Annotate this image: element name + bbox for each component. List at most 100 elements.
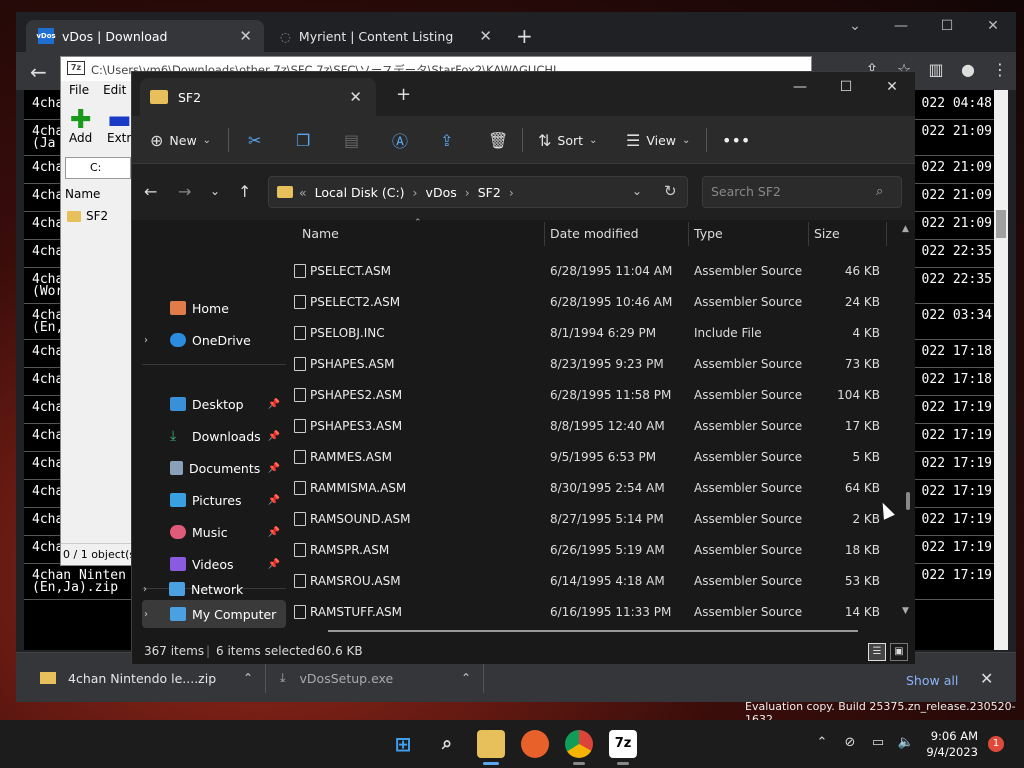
tiles-view-icon[interactable]: ▣ xyxy=(890,643,908,661)
recent-chevron-icon[interactable]: ⌄ xyxy=(210,184,220,198)
back-arrow-icon[interactable]: ← xyxy=(30,60,47,84)
maximize-button[interactable]: ☐ xyxy=(823,72,869,102)
back-arrow-icon[interactable]: ← xyxy=(144,182,157,201)
nav-onedrive[interactable]: › OneDrive xyxy=(142,326,286,354)
copy-button[interactable]: ❐ xyxy=(296,128,316,152)
pin-icon[interactable]: 📌 xyxy=(268,463,280,474)
browser-tab-vdos[interactable]: vDos vDos | Download ✕ xyxy=(26,20,264,52)
more-options-button[interactable]: ••• xyxy=(722,128,750,152)
chevron-right-icon[interactable]: › xyxy=(144,609,158,620)
show-all-button[interactable]: Show all xyxy=(906,673,958,688)
menu-edit[interactable]: Edit xyxy=(103,83,126,97)
file-row[interactable]: RAMSROU.ASM 6/14/1995 4:18 AM Assembler So… xyxy=(288,566,888,597)
chevron-right-icon[interactable]: › xyxy=(144,335,158,346)
nav-mycomputer[interactable]: › My Computer xyxy=(142,600,286,628)
new-button[interactable]: ⊕ New ⌄ xyxy=(150,128,211,152)
up-arrow-icon[interactable]: ↑ xyxy=(238,182,251,201)
file-row[interactable]: RAMSPR.ASM 6/26/1995 5:19 AM Assembler Sou… xyxy=(288,535,888,566)
file-row[interactable]: PSHAPES.ASM 8/23/1995 9:23 PM Assembler So… xyxy=(288,349,888,380)
7zip-taskbar-icon[interactable]: 7z xyxy=(609,730,637,758)
paste-button[interactable]: ▤ xyxy=(344,128,365,152)
file-explorer-icon[interactable] xyxy=(477,730,505,758)
download-item-exe[interactable]: ⤓ vDosSetup.exe ⌃ xyxy=(274,663,484,693)
nav-downloads[interactable]: ⤓ Downloads 📌 xyxy=(142,422,286,450)
forward-arrow-icon[interactable]: → xyxy=(178,182,191,201)
7zip-add-button[interactable]: ✚ Add xyxy=(69,107,92,145)
address-dropdown-chevron-icon[interactable]: ⌄ xyxy=(632,184,642,198)
file-row[interactable]: RAMMES.ASM 9/5/1995 6:53 PM Assembler Sour… xyxy=(288,442,888,473)
minimize-button[interactable]: — xyxy=(777,72,823,102)
profile-icon[interactable]: ● xyxy=(952,60,984,79)
crumb-vdos[interactable]: vDos xyxy=(426,185,457,200)
vertical-scrollbar[interactable]: ▲ ▼ xyxy=(902,220,914,620)
file-row[interactable]: RAMMISMA.ASM 8/30/1995 2:54 AM Assembler S… xyxy=(288,473,888,504)
address-breadcrumb[interactable]: « Local Disk (C:) › vDos › SF2 › xyxy=(268,176,688,208)
nav-videos[interactable]: Videos 📌 xyxy=(142,550,286,578)
horizontal-scrollbar[interactable] xyxy=(328,630,858,632)
new-tab-button[interactable]: + xyxy=(516,24,533,48)
search-input[interactable]: Search SF2 xyxy=(702,176,902,208)
column-date[interactable]: Date modified xyxy=(550,226,639,241)
nav-pictures[interactable]: Pictures 📌 xyxy=(142,486,286,514)
new-tab-button[interactable]: + xyxy=(396,84,411,105)
chevron-right-icon[interactable]: › xyxy=(143,584,157,595)
details-view-icon[interactable]: ☰ xyxy=(868,643,886,661)
sidebar-icon[interactable]: ▥ xyxy=(920,60,952,79)
pin-icon[interactable]: 📌 xyxy=(268,431,280,442)
menu-kebab-icon[interactable]: ⋮ xyxy=(984,60,1016,79)
chevron-up-icon[interactable]: ⌃ xyxy=(243,671,253,685)
nav-desktop[interactable]: Desktop 📌 xyxy=(142,390,286,418)
share-button[interactable]: ⇪ xyxy=(440,128,459,152)
rename-button[interactable]: Ⓐ xyxy=(392,128,414,152)
tab-search-icon[interactable]: ⌄ xyxy=(832,12,878,40)
volume-icon[interactable]: 🔈 xyxy=(892,735,920,750)
firefox-icon[interactable] xyxy=(521,730,549,758)
minimize-button[interactable]: — xyxy=(878,12,924,40)
pin-icon[interactable]: 📌 xyxy=(268,559,280,570)
close-icon[interactable]: ✕ xyxy=(349,88,362,106)
nav-home[interactable]: Home xyxy=(142,294,286,322)
overflow-icon[interactable]: « xyxy=(299,185,307,200)
scroll-thumb[interactable] xyxy=(996,210,1006,238)
7zip-address-field[interactable]: C: xyxy=(65,157,131,179)
close-window-button[interactable]: ✕ xyxy=(869,72,915,102)
search-icon[interactable]: ⌕ xyxy=(433,730,461,758)
file-row[interactable]: PSELOBJ.INC 8/1/1994 6:29 PM Include File 4… xyxy=(288,318,888,349)
scroll-down-icon[interactable]: ▼ xyxy=(902,606,909,616)
cut-button[interactable]: ✂ xyxy=(248,128,267,152)
chrome-icon[interactable] xyxy=(565,730,593,758)
download-item-zip[interactable]: 4chan Nintendo le....zip ⌃ xyxy=(36,663,266,693)
sort-button[interactable]: ⇅ Sort ⌄ xyxy=(538,128,597,152)
chevron-up-icon[interactable]: ⌃ xyxy=(808,735,836,750)
page-scrollbar[interactable] xyxy=(994,90,1008,650)
crumb-sf2[interactable]: SF2 xyxy=(478,185,501,200)
scroll-thumb[interactable] xyxy=(906,492,910,510)
file-row[interactable]: PSELECT.ASM 6/28/1995 11:04 AM Assembler S… xyxy=(288,256,888,287)
column-name[interactable]: Name xyxy=(302,226,339,241)
maximize-button[interactable]: ☐ xyxy=(924,12,970,40)
close-icon[interactable]: ✕ xyxy=(479,27,492,45)
column-type[interactable]: Type xyxy=(694,226,723,241)
7zip-list-item[interactable]: SF2 xyxy=(67,209,108,223)
scroll-up-icon[interactable]: ▲ xyxy=(902,224,909,234)
nav-network[interactable]: › Network xyxy=(141,575,285,603)
explorer-tab-sf2[interactable]: SF2 ✕ xyxy=(140,78,376,116)
file-row[interactable]: PSHAPES2.ASM 6/28/1995 11:58 PM Assembler … xyxy=(288,380,888,411)
clock[interactable]: 9:06 AM 9/4/2023 xyxy=(926,728,978,760)
close-icon[interactable]: ✕ xyxy=(239,27,252,45)
browser-tab-myrient[interactable]: ◌ Myrient | Content Listing ✕ xyxy=(268,20,504,52)
chevron-up-icon[interactable]: ⌃ xyxy=(461,671,471,685)
close-window-button[interactable]: ✕ xyxy=(970,12,1016,40)
nav-music[interactable]: Music 📌 xyxy=(142,518,286,546)
column-size[interactable]: Size xyxy=(814,226,840,241)
file-row[interactable]: RAMSTUFF.ASM 6/16/1995 11:33 PM Assembler … xyxy=(288,597,888,628)
notification-badge[interactable]: 1 xyxy=(988,736,1004,752)
start-windows-icon[interactable]: ⊞ xyxy=(389,730,417,758)
view-button[interactable]: ☰ View ⌄ xyxy=(626,128,690,152)
menu-file[interactable]: File xyxy=(69,83,89,97)
refresh-icon[interactable]: ↻ xyxy=(664,182,677,200)
close-download-bar-icon[interactable]: ✕ xyxy=(980,669,993,688)
pin-icon[interactable]: 📌 xyxy=(268,399,280,410)
nav-documents[interactable]: Documents 📌 xyxy=(142,454,286,482)
network-disconnected-icon[interactable]: ⊘ xyxy=(836,735,864,750)
